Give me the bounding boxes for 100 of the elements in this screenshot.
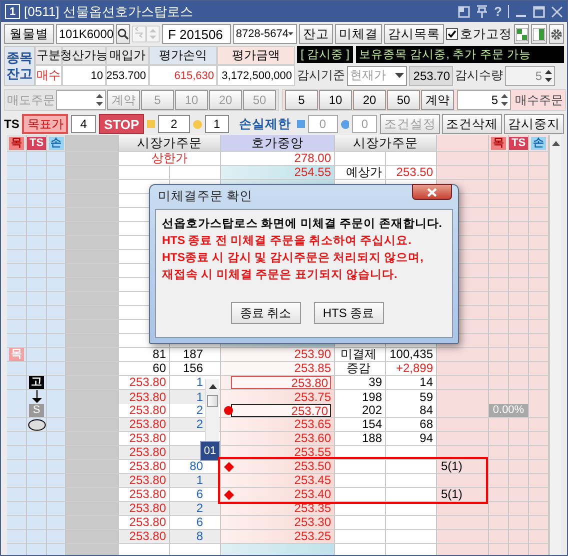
window-number: 1 (5, 4, 20, 19)
table-cell (7, 278, 27, 292)
table-cell (529, 446, 549, 460)
table-cell (66, 530, 119, 544)
table-cell: +2,899 (386, 362, 437, 376)
stop-qty-field[interactable]: 2 (158, 115, 190, 133)
table-cell: 14 (386, 376, 437, 390)
layout-button[interactable] (514, 24, 530, 44)
table-cell (529, 166, 549, 180)
dialog-message: 선옵호가스탑로스 화면에 미체결 주문이 존재합니다. (162, 217, 443, 232)
table-cell (7, 474, 27, 488)
dialog-button[interactable]: 종료 취소 (230, 302, 300, 324)
table-cell (529, 502, 549, 516)
table-cell (66, 152, 119, 166)
name-field[interactable]: F 201506 (162, 24, 231, 44)
table-cell (66, 432, 119, 446)
page-badge: 01 (200, 441, 220, 461)
pin-icon[interactable] (476, 5, 488, 18)
toolbar-button[interactable]: 잔고 (298, 24, 333, 44)
sell-qty-field[interactable] (56, 90, 106, 110)
table-cell (47, 530, 66, 544)
table-cell (66, 334, 119, 348)
maximize-icon[interactable] (533, 6, 545, 18)
table-cell (437, 516, 489, 530)
search-button[interactable] (116, 24, 130, 44)
table-cell: 5(1) (437, 460, 489, 474)
price-text: 253.60 (294, 432, 331, 445)
table-cell (47, 208, 66, 222)
condition-button[interactable]: 감시중지 (504, 114, 564, 134)
table-cell (7, 222, 27, 236)
account-combo[interactable]: 8728-5674 (232, 24, 297, 44)
holdings-label: 종목 잔고 (4, 46, 35, 86)
dialog-message: HTS종료 시 감시 및 감시주문은 처리되지 않으며, (162, 251, 424, 266)
price-text: 253.80 (231, 376, 331, 389)
fix-price-checkbox[interactable]: 호가고정 (446, 26, 512, 42)
loss-limit-button[interactable]: 손실제한 (236, 114, 294, 134)
target-qty-field[interactable]: 4 (71, 115, 96, 133)
table-cell (7, 502, 27, 516)
table-cell: 253.80 (119, 474, 170, 488)
column-header: 평가금액 (217, 46, 295, 65)
table-cell (489, 208, 509, 222)
table-cell (7, 236, 27, 250)
table-cell: 39 (335, 376, 386, 390)
table-cell (66, 222, 119, 236)
table-cell (47, 320, 66, 334)
scrollbar[interactable] (549, 135, 561, 555)
table-cell (7, 306, 27, 320)
layout-button[interactable] (531, 24, 547, 44)
table-cell (27, 334, 47, 348)
stop-button[interactable]: STOP (98, 114, 144, 134)
price-text: 253.50 (294, 460, 331, 473)
table-cell (47, 292, 66, 306)
buy-qty-button[interactable]: 20 (353, 90, 386, 110)
table-cell (509, 292, 529, 306)
toolbar-button[interactable]: 감시목록 (384, 24, 444, 44)
table-cell (47, 166, 66, 180)
price-text: 253.55 (294, 446, 331, 459)
table-cell: 253.80 (119, 516, 170, 530)
table-cell (47, 544, 66, 555)
help-button[interactable]: ? (494, 4, 502, 19)
table-cell: 100,435 (386, 348, 437, 362)
window-title: [0511] 선물옵션호가스탑로스 (24, 2, 193, 20)
dialog-message: HTS 종료 전 미체결 주문을 취소하여 주십시요. (162, 234, 412, 249)
table-cell: 80 (170, 460, 221, 474)
buy-qty-button[interactable]: 10 (319, 90, 352, 110)
scrollbar[interactable] (205, 379, 219, 441)
table-cell (509, 320, 529, 334)
buy-qty-button[interactable]: 50 (387, 90, 420, 110)
table-cell (509, 432, 529, 446)
dialog-button[interactable]: HTS 종료 (314, 302, 384, 324)
table-cell (7, 544, 27, 555)
condition-button[interactable]: 조건삭제 (442, 114, 502, 134)
price-text: 253.85 (294, 362, 331, 375)
table-cell (489, 320, 509, 334)
table-cell (47, 460, 66, 474)
restore-icon[interactable] (458, 6, 470, 18)
buy-qty-button[interactable]: 계약 (421, 90, 454, 110)
table-cell (529, 516, 549, 530)
toolbar-button[interactable]: 미체결 (334, 24, 382, 44)
close-icon[interactable] (551, 6, 563, 18)
table-cell (66, 488, 119, 502)
column-tag: TS (27, 136, 46, 150)
buy-qty-field[interactable]: 5 (457, 90, 511, 110)
buy-qty-button[interactable]: 5 (285, 90, 318, 110)
settings-button[interactable] (548, 24, 564, 44)
table-cell (66, 474, 119, 488)
spinner-icon (95, 92, 104, 108)
table-cell (47, 250, 66, 264)
table-cell (27, 530, 47, 544)
close-button[interactable] (412, 184, 452, 200)
table-cell (386, 488, 437, 502)
stop-qty-field[interactable]: 1 (204, 115, 230, 133)
table-cell (529, 306, 549, 320)
code-combo[interactable]: 101K6000 (56, 24, 114, 44)
scroll-thumb[interactable] (207, 395, 218, 407)
table-cell (47, 516, 66, 530)
table-cell (7, 460, 27, 474)
table-cell: 253.80 (119, 418, 170, 432)
group-button[interactable]: 월물별 (4, 24, 54, 44)
table-cell (66, 544, 119, 555)
